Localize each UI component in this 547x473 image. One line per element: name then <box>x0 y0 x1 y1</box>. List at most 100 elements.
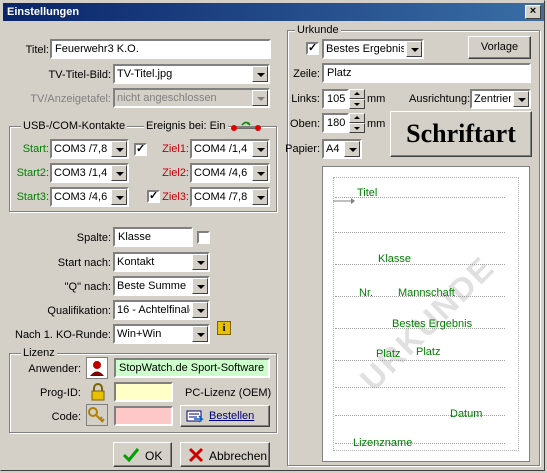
start-nach-select[interactable]: Kontakt <box>113 252 210 272</box>
ko-runde-value: Win+Win <box>117 328 162 340</box>
bestellen-button[interactable]: Bestellen <box>180 405 270 427</box>
ziel3-com-select[interactable]: COM4 /7,8 <box>190 187 270 207</box>
chevron-down-icon[interactable] <box>252 189 268 205</box>
urkunde-checkbox[interactable]: ✓ <box>306 42 319 55</box>
ziel2-com-select[interactable]: COM4 /4,6 <box>190 163 270 183</box>
abbrechen-label: Abbrechen <box>209 449 268 463</box>
start-nach-label: Start nach: <box>57 257 111 269</box>
spalte-input[interactable]: Klasse <box>113 227 193 247</box>
chevron-down-icon[interactable] <box>513 91 529 107</box>
code-input[interactable] <box>114 406 173 426</box>
tv-titel-bild-value: TV-Titel.jpg <box>117 68 173 80</box>
links-spinner[interactable] <box>349 89 365 109</box>
urkunde-group-title: Urkunde <box>295 24 341 37</box>
lizenz-group-title: Lizenz <box>21 347 57 360</box>
window-title: Einstellungen <box>7 6 80 18</box>
start3-com-select[interactable]: COM3 /4,6 <box>50 187 129 207</box>
tv-titel-bild-select[interactable]: TV-Titel.jpg <box>113 64 270 84</box>
chevron-down-icon[interactable] <box>406 41 422 57</box>
ereignis-label: Ereignis bei: Ein <box>144 120 228 133</box>
pc-lizenz-label: PC-Lizenz (OEM) <box>185 387 272 399</box>
preview-klasse: Klasse <box>378 253 412 265</box>
q-nach-label: "Q" nach: <box>64 281 111 293</box>
order-icon <box>186 410 204 423</box>
ziel3-com-value: COM4 /7,8 <box>194 191 248 203</box>
start3-label: Start3: <box>16 191 49 203</box>
chevron-down-icon[interactable] <box>192 254 208 270</box>
preview-bestes-ergebnis: Bestes Ergebnis <box>392 318 473 330</box>
preview-platz-1: Platz <box>376 348 401 360</box>
papier-select[interactable]: A4 <box>322 139 362 159</box>
urkunde-line-select[interactable]: Bestes Ergebnis <box>322 39 424 59</box>
preview-titel: Titel <box>357 187 378 199</box>
schriftart-button[interactable]: Schriftart <box>390 111 532 157</box>
tv-anzeigetafel-select[interactable]: nicht angeschlossen <box>113 88 270 108</box>
chevron-down-icon[interactable] <box>192 326 208 342</box>
chevron-down-icon[interactable] <box>111 189 127 205</box>
papier-value: A4 <box>326 143 340 155</box>
qualifikation-select[interactable]: 16 - Achtelfinale <box>113 300 210 320</box>
certificate-preview[interactable]: URKUNDE Titel Klasse Nr. Mannschaft Best… <box>322 166 530 462</box>
anwender-label: Anwender: <box>28 363 81 375</box>
bestellen-label: Bestellen <box>209 410 255 422</box>
chevron-down-icon[interactable] <box>111 141 127 157</box>
start-checkbox[interactable]: ✓ <box>134 143 147 156</box>
tv-titel-bild-label: TV-Titel-Bild: <box>48 69 111 81</box>
ausrichtung-select[interactable]: Zentriert <box>470 89 531 109</box>
ausrichtung-value: Zentriert <box>474 93 511 105</box>
ziel1-label: Ziel1: <box>162 143 189 155</box>
preview-nr: Nr. <box>359 287 374 299</box>
prog-id-label: Prog-ID: <box>40 387 81 399</box>
chevron-down-icon[interactable] <box>192 302 208 318</box>
chevron-down-icon[interactable] <box>252 141 268 157</box>
user-icon <box>86 357 108 379</box>
chevron-down-icon[interactable] <box>252 165 268 181</box>
zeile-input[interactable]: Platz <box>322 63 531 83</box>
lock-icon <box>91 383 105 401</box>
start-com-select[interactable]: COM3 /7,8 <box>50 139 129 159</box>
vorlage-button[interactable]: Vorlage <box>468 36 531 59</box>
start-nach-value: Kontakt <box>117 256 155 268</box>
prog-id-input[interactable] <box>114 382 173 402</box>
ziel1-com-select[interactable]: COM4 /1,4 <box>190 139 270 159</box>
titel-input[interactable]: Feuerwehr3 K.O. <box>50 39 271 59</box>
oben-spinner[interactable] <box>349 113 365 133</box>
preview-line <box>335 360 505 361</box>
start2-label: Start2: <box>16 167 49 179</box>
preview-platz-2: Platz <box>416 346 441 358</box>
chevron-down-icon[interactable] <box>344 141 360 157</box>
ko-runde-select[interactable]: Win+Win <box>113 324 210 344</box>
abbrechen-button[interactable]: Abbrechen <box>180 442 270 467</box>
chevron-down-icon[interactable] <box>252 90 268 106</box>
links-label: Links: <box>291 93 320 105</box>
preview-lizenzname: Lizenzname <box>353 437 413 449</box>
spalte-checkbox[interactable] <box>197 231 210 244</box>
links-input[interactable]: 105 <box>322 89 349 109</box>
checkmark-icon <box>122 448 140 463</box>
q-nach-select[interactable]: Beste Summe <box>113 276 210 296</box>
preview-line <box>335 232 505 233</box>
preview-line <box>335 387 505 388</box>
urkunde-line-value: Bestes Ergebnis <box>326 43 404 55</box>
ziel3-label: Ziel3: <box>162 191 189 203</box>
start2-com-value: COM3 /1,4 <box>54 167 108 179</box>
chevron-down-icon[interactable] <box>111 165 127 181</box>
papier-label: Papier: <box>285 143 320 155</box>
tv-anzeigetafel-value: nicht angeschlossen <box>117 92 217 104</box>
ziel2-com-value: COM4 /4,6 <box>194 167 248 179</box>
qualifikation-label: Qualifikation: <box>47 305 111 317</box>
start-com-value: COM3 /7,8 <box>54 143 108 155</box>
oben-unit: mm <box>367 118 386 130</box>
ziel3-checkbox[interactable]: ✓ <box>147 190 160 203</box>
anwender-input[interactable]: StopWatch.de Sport-Software <box>114 358 270 378</box>
oben-label: Oben: <box>290 118 320 130</box>
oben-input[interactable]: 180 <box>322 113 349 133</box>
chevron-down-icon[interactable] <box>192 278 208 294</box>
chevron-down-icon[interactable] <box>252 66 268 82</box>
start2-com-select[interactable]: COM3 /1,4 <box>50 163 129 183</box>
code-label: Code: <box>51 411 81 423</box>
close-button[interactable]: × <box>525 5 541 19</box>
ok-button[interactable]: OK <box>113 442 172 467</box>
info-icon[interactable]: i <box>217 321 231 335</box>
zeile-label: Zeile: <box>293 68 320 80</box>
